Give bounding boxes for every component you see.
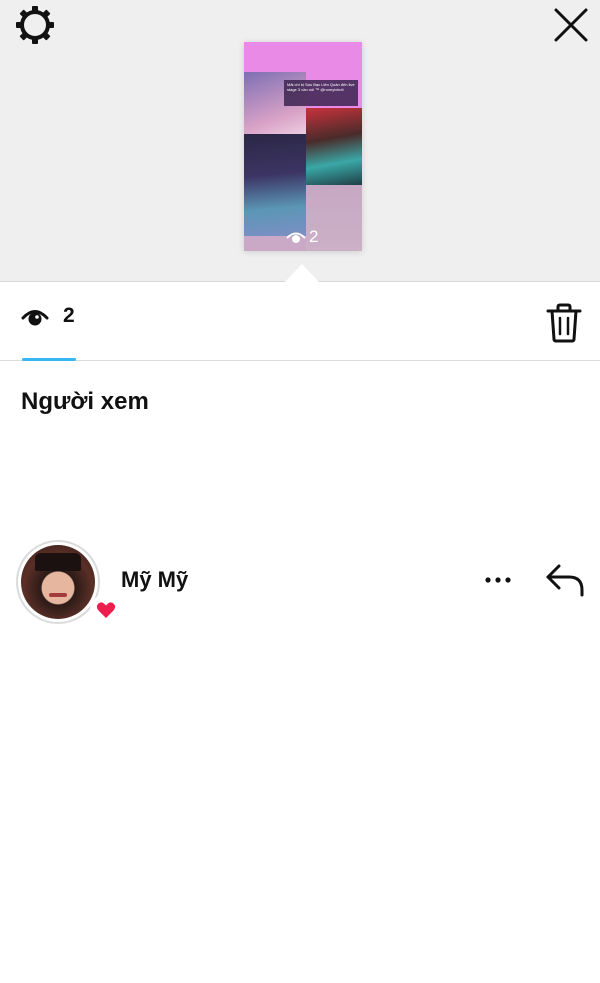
tab-views[interactable]: 2 [20, 303, 75, 329]
section-title: Người xem [21, 388, 149, 415]
views-count: 2 [63, 304, 75, 327]
reply-icon[interactable] [545, 562, 585, 598]
eye-icon [286, 232, 306, 243]
selected-story-pointer [284, 264, 320, 283]
avatar[interactable] [16, 540, 122, 626]
story-preview-area: Mãi chi bị Sao Bạc Liên Quân đến live st… [0, 0, 600, 282]
thumbnail-view-count: 2 [286, 227, 318, 247]
viewer-tab-bar: 2 [0, 283, 600, 361]
gear-icon[interactable] [14, 4, 56, 46]
thumbnail-caption: Mãi chi bị Sao Bạc Liên Quân đến live st… [284, 80, 358, 106]
story-thumbnail[interactable]: Mãi chi bị Sao Bạc Liên Quân đến live st… [244, 42, 362, 251]
active-tab-indicator [22, 358, 76, 361]
thumbnail-photo [244, 134, 306, 236]
heart-icon [96, 602, 116, 618]
avatar-image [21, 545, 95, 619]
eye-icon [21, 310, 49, 326]
viewer-name[interactable]: Mỹ Mỹ [121, 567, 188, 593]
trash-icon[interactable] [546, 303, 582, 343]
thumbnail-photo [306, 108, 362, 185]
more-options-icon[interactable] [484, 572, 512, 588]
close-icon[interactable] [551, 5, 591, 45]
thumbnail-view-count-label: 2 [309, 227, 319, 246]
reaction-badge [90, 594, 122, 626]
viewer-list-item[interactable]: Mỹ Mỹ [0, 536, 600, 628]
